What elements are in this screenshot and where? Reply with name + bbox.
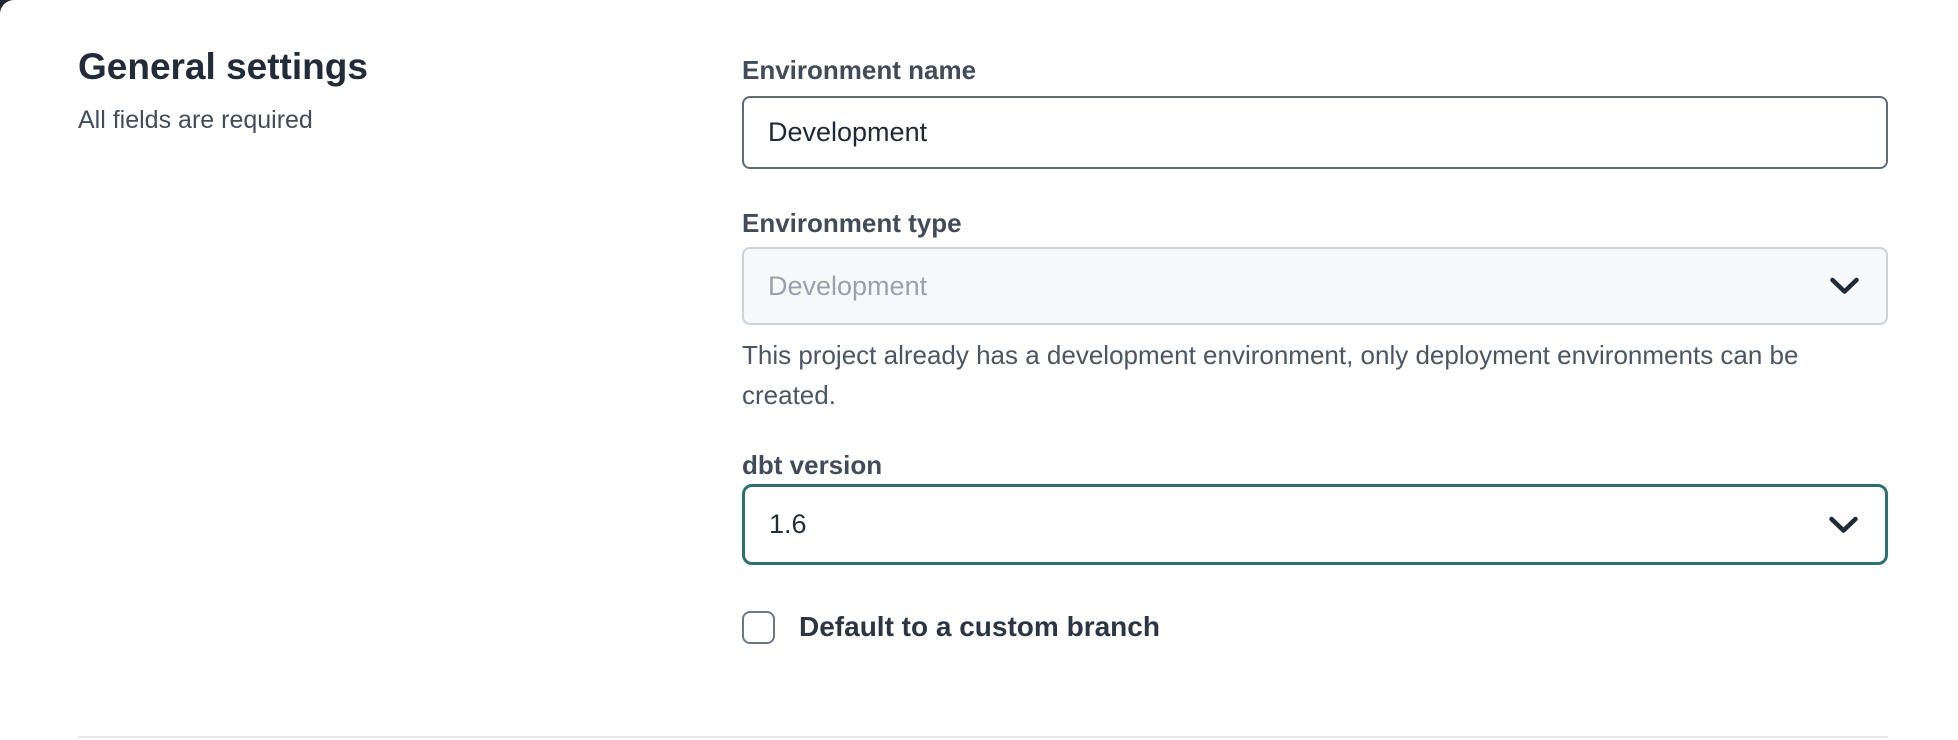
custom-branch-row[interactable]: Default to a custom branch	[742, 609, 1888, 645]
environment-type-label: Environment type	[742, 207, 1888, 239]
dbt-version-label: dbt version	[742, 449, 1888, 481]
environment-type-value: Development	[768, 271, 927, 302]
helper-line: This project already has a development e…	[742, 335, 1888, 375]
screenshot-viewport: General settings All fields are required…	[0, 0, 1958, 740]
chevron-down-icon	[1829, 277, 1860, 296]
page-title: General settings	[78, 44, 638, 90]
settings-page: General settings All fields are required…	[0, 0, 1958, 740]
dbt-version-value: 1.6	[769, 509, 807, 540]
dbt-version-select[interactable]: 1.6	[742, 484, 1888, 565]
chevron-down-icon	[1828, 515, 1859, 534]
page-subtitle: All fields are required	[78, 105, 638, 135]
custom-branch-checkbox[interactable]	[742, 611, 775, 644]
environment-type-helper: This project already has a development e…	[742, 335, 1888, 415]
section-intro: General settings All fields are required	[78, 44, 638, 135]
environment-name-input[interactable]	[742, 96, 1888, 169]
section-divider	[78, 736, 1888, 738]
environment-type-select: Development	[742, 247, 1888, 325]
environment-name-label: Environment name	[742, 54, 1888, 86]
general-settings-form: Environment name Environment type Develo…	[742, 44, 1888, 645]
custom-branch-label: Default to a custom branch	[799, 609, 1160, 645]
helper-line: created.	[742, 375, 1888, 415]
